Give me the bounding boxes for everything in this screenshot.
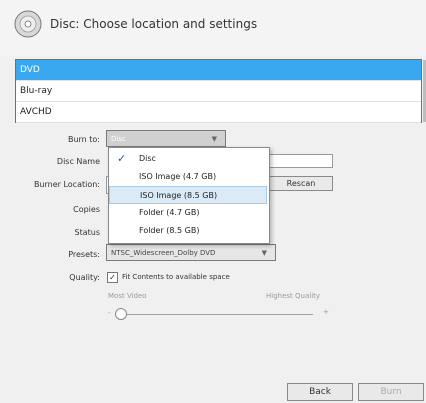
highest-quality-label: Highest Quality	[266, 292, 321, 300]
menu-item-disc[interactable]: ✓ Disc	[109, 150, 267, 168]
menu-item-label: Disc	[139, 154, 156, 163]
menu-item-folder-8-5[interactable]: Folder (8.5 GB)	[109, 222, 267, 240]
menu-item-folder-4-7[interactable]: Folder (4.7 GB)	[109, 204, 267, 222]
dialog-header: Disc: Choose location and settings	[0, 0, 426, 56]
most-video-label: Most Video	[108, 292, 147, 300]
quality-slider-track[interactable]	[123, 314, 313, 315]
list-item-dvd[interactable]: DVD	[16, 60, 421, 81]
menu-item-iso-4-7[interactable]: ISO Image (4.7 GB)	[109, 168, 267, 186]
checkmark-icon: ✓	[117, 152, 127, 165]
menu-item-label: ISO Image (8.5 GB)	[140, 191, 218, 200]
copies-label: Copies	[73, 205, 100, 214]
quality-slider-handle[interactable]	[115, 308, 127, 320]
chevron-down-icon: ▼	[261, 249, 267, 257]
disc-type-list[interactable]: DVD Blu-ray AVCHD	[15, 59, 426, 123]
disc-name-label: Disc Name	[56, 157, 100, 166]
menu-item-label: ISO Image (4.7 GB)	[139, 172, 217, 181]
fit-contents-label: Fit Contents to available space	[122, 273, 230, 281]
burner-location-label: Burner Location:	[33, 180, 100, 189]
back-button[interactable]: Back	[287, 383, 353, 401]
slider-minus-label: -	[108, 309, 111, 317]
burn-to-dropdown-menu[interactable]: ✓ Disc ISO Image (4.7 GB) ISO Image (8.5…	[108, 147, 270, 244]
fit-contents-checkbox[interactable]: ✓	[107, 272, 118, 283]
burn-button[interactable]: Burn	[358, 383, 424, 401]
menu-item-iso-8-5[interactable]: ISO Image (8.5 GB)	[109, 186, 267, 204]
burn-to-label: Burn to:	[67, 135, 100, 144]
list-item-avchd[interactable]: AVCHD	[16, 102, 421, 123]
menu-item-label: Folder (4.7 GB)	[139, 208, 200, 217]
presets-label: Presets:	[68, 250, 100, 259]
list-item-bluray[interactable]: Blu-ray	[16, 81, 421, 102]
disc-name-input[interactable]	[268, 154, 333, 168]
presets-value: NTSC_Widescreen_Dolby DVD	[111, 249, 216, 257]
status-label: Status	[74, 228, 101, 237]
rescan-button[interactable]: Rescan	[269, 176, 333, 191]
quality-label: Quality:	[69, 273, 100, 282]
chevron-down-icon: ▼	[211, 135, 217, 143]
slider-plus-label: +	[323, 308, 329, 316]
page-title: Disc: Choose location and settings	[50, 17, 258, 31]
menu-item-label: Folder (8.5 GB)	[139, 226, 200, 235]
disc-icon	[14, 10, 42, 38]
burn-to-select[interactable]: Disc ▼	[106, 130, 226, 147]
burn-to-value: Disc	[111, 135, 126, 143]
presets-select[interactable]: NTSC_Widescreen_Dolby DVD ▼	[106, 244, 276, 261]
